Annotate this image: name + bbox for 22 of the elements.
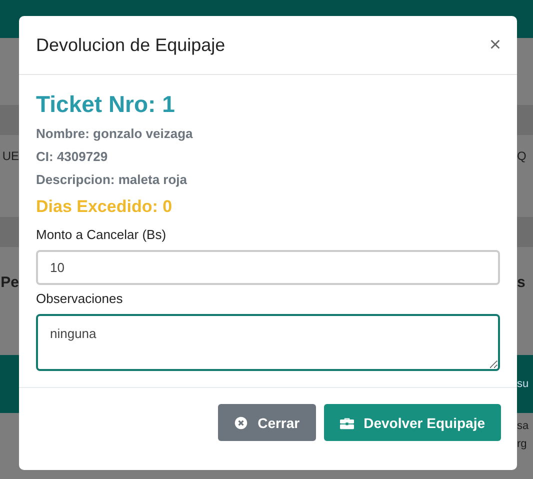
close-button[interactable]: ×	[489, 34, 501, 56]
briefcase-icon	[340, 416, 354, 430]
detail-text: Nombre: gonzalo veizaga	[36, 126, 194, 141]
field-label: Monto a Cancelar (Bs)	[36, 227, 168, 242]
amount-field[interactable]: 10	[36, 250, 500, 285]
close-button[interactable]: Cerrar	[218, 404, 316, 441]
partial-text: rg	[517, 438, 527, 450]
partial-text: UE	[2, 149, 19, 163]
partial-text: Q	[517, 149, 526, 163]
modal-title: Devolucion de Equipaje	[36, 34, 226, 56]
days-exceeded: Dias Excedido: 0	[36, 197, 174, 217]
close-circle-icon	[234, 416, 248, 430]
partial-text: su	[517, 378, 529, 390]
notes-field[interactable]: ninguna	[36, 314, 500, 371]
partial-text: sa	[517, 420, 529, 432]
return-luggage-button[interactable]: Devolver Equipaje	[324, 404, 501, 441]
partial-text: s	[517, 274, 526, 290]
partial-text: Pe	[0, 274, 19, 290]
field-label: Observaciones	[36, 291, 124, 306]
detail-text: Descripcion: maleta roja	[36, 172, 188, 187]
detail-text: CI: 4309729	[36, 149, 109, 164]
ticket-number: Ticket Nro: 1	[36, 91, 176, 118]
